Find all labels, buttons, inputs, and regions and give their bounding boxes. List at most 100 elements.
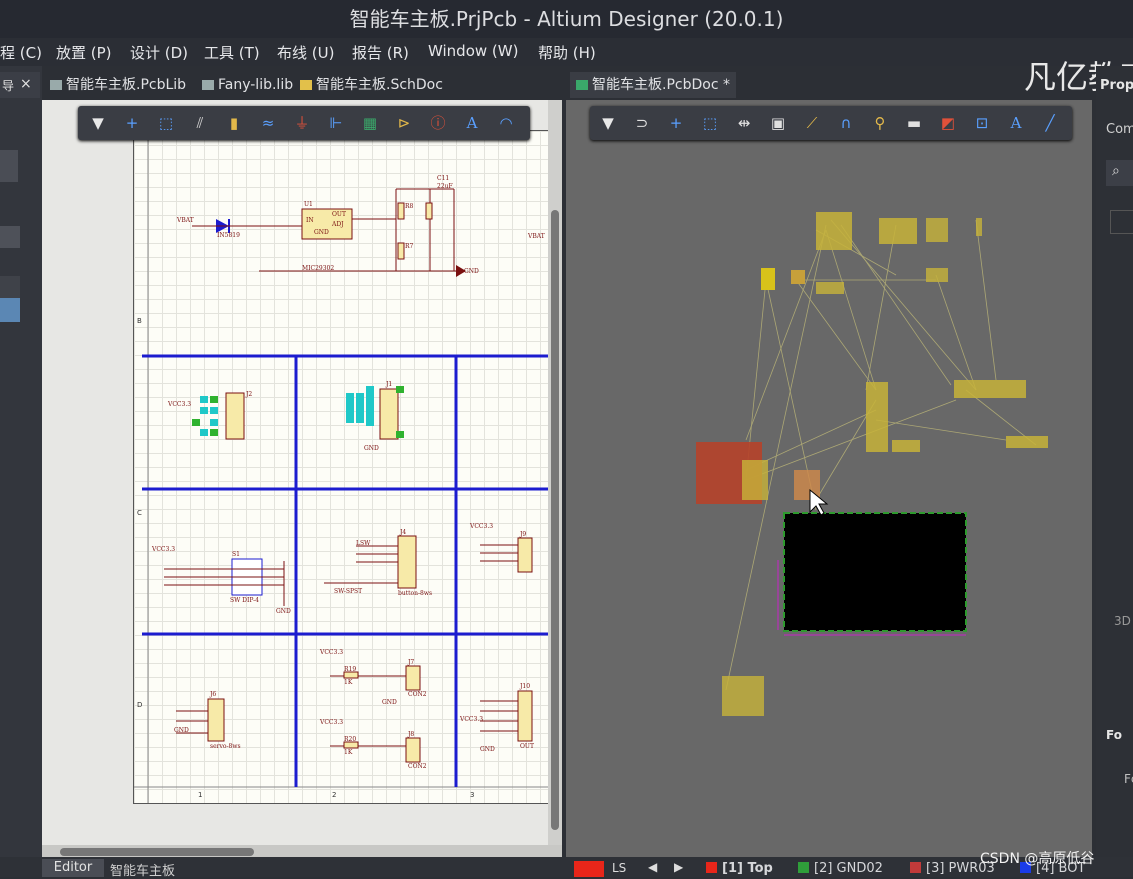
filter-icon[interactable]: ▼ xyxy=(598,113,618,133)
menu-item-design[interactable]: 设计 (D) xyxy=(130,42,188,63)
panel-button[interactable] xyxy=(0,150,18,182)
menu-item-reports[interactable]: 报告 (R) xyxy=(352,42,409,63)
harness-icon[interactable]: ▦ xyxy=(360,113,380,133)
panel-close-icon[interactable]: × xyxy=(20,76,32,92)
component-value: SW-SPST xyxy=(334,588,363,595)
designator: J4 xyxy=(400,529,407,536)
bus-icon[interactable]: ⊩ xyxy=(326,113,346,133)
designator: J7 xyxy=(408,659,415,666)
diff-pair-icon[interactable]: ∩ xyxy=(836,113,856,133)
component-value: SW DIP-4 xyxy=(230,597,259,604)
text-icon[interactable]: A xyxy=(462,113,482,133)
search-box[interactable]: ⌕ xyxy=(1106,160,1133,186)
filter-icon[interactable]: ▼ xyxy=(88,113,108,133)
net-label: GND xyxy=(464,268,479,275)
tab-fany-lib[interactable]: Fany-lib.lib xyxy=(202,72,293,98)
lib-icon xyxy=(202,80,214,90)
text-icon[interactable]: A xyxy=(1006,113,1026,133)
designator: J6 xyxy=(210,691,217,698)
scroll-thumb[interactable] xyxy=(551,210,559,830)
layer-tab-gnd02[interactable]: [2] GND02 xyxy=(798,861,883,876)
line-icon[interactable]: ╱ xyxy=(1040,113,1060,133)
menu-item-window[interactable]: Window (W) xyxy=(428,42,518,60)
designator: J9 xyxy=(520,531,527,538)
polygon-icon[interactable]: ▬ xyxy=(904,113,924,133)
port-icon[interactable]: ⊳ xyxy=(394,113,414,133)
schematic-drawing xyxy=(134,131,552,803)
menu-item-tools[interactable]: 工具 (T) xyxy=(204,42,260,63)
panel-section-header[interactable]: Fo xyxy=(1106,728,1122,742)
schematic-sheet[interactable]: VBAT IN5819 U1 IN OUT ADJ GND MIC29302 C… xyxy=(133,130,553,804)
select-icon[interactable]: ⬚ xyxy=(156,113,176,133)
layer-set-button[interactable]: LS xyxy=(612,861,626,875)
pin-label: OUT xyxy=(332,211,346,218)
arc-icon[interactable]: ◠ xyxy=(496,113,516,133)
layer-next-icon[interactable]: ▶ xyxy=(674,860,683,874)
wire-icon[interactable]: ≈ xyxy=(258,113,278,133)
tab-fany-lib-label: Fany-lib.lib xyxy=(218,77,294,93)
move-icon[interactable]: + xyxy=(122,113,142,133)
component-value: MIC29302 xyxy=(302,265,335,272)
zone-col-label: 2 xyxy=(332,791,337,799)
schematic-vertical-scrollbar[interactable] xyxy=(548,100,562,845)
pin-label: ADJ xyxy=(332,221,344,228)
net-label: GND xyxy=(174,727,189,734)
panel-item[interactable] xyxy=(0,226,20,248)
net-label: VCC3.3 xyxy=(168,401,192,408)
panel-item[interactable] xyxy=(0,276,20,298)
tab-pcbdoc-label: 智能车主板.PcbDoc * xyxy=(592,77,730,93)
move-icon[interactable]: + xyxy=(666,113,686,133)
current-layer-swatch[interactable] xyxy=(574,861,604,877)
designator: R20 xyxy=(344,736,357,743)
place-component-icon[interactable]: ▣ xyxy=(768,113,788,133)
tab-pcblib[interactable]: 智能车主板.PcbLib xyxy=(50,72,186,98)
schematic-active-toolbar: ▼ + ⬚ ⫽ ▮ ≈ ⏚ ⊩ ▦ ⊳ ⓘ A ◠ xyxy=(78,106,530,140)
designator: R8 xyxy=(405,203,414,210)
zone-col-label: 1 xyxy=(198,791,203,799)
pcb-editor[interactable] xyxy=(566,100,1092,857)
align-icon[interactable]: ⇹ xyxy=(734,113,754,133)
panel-tab[interactable]: 导 × xyxy=(0,72,40,98)
designator: C11 xyxy=(437,175,450,182)
net-label: VCC3.3 xyxy=(460,716,484,723)
place-part-icon[interactable]: ▮ xyxy=(224,113,244,133)
tab-pcblib-label: 智能车主板.PcbLib xyxy=(66,77,187,93)
net-label: VBAT xyxy=(528,233,545,240)
zone-row-label: D xyxy=(137,701,143,709)
pin-label: IN xyxy=(306,217,314,224)
window-title: 智能车主板.PrjPcb - Altium Designer (20.0.1) xyxy=(0,0,1133,38)
menu-item-project[interactable]: 程 (C) xyxy=(0,42,42,63)
menu-item-route[interactable]: 布线 (U) xyxy=(277,42,334,63)
net-label: GND xyxy=(364,445,379,452)
layer-prev-icon[interactable]: ◀ xyxy=(648,860,657,874)
projects-panel xyxy=(0,66,42,877)
power-port-icon[interactable]: ⏚ xyxy=(292,113,312,133)
csdn-watermark: CSDN @高原低谷 xyxy=(980,851,1095,867)
panel-item-selected[interactable] xyxy=(0,298,20,322)
interactive-route-icon[interactable]: ⊃ xyxy=(632,113,652,133)
pcb-canvas xyxy=(696,212,1048,716)
search-icon: ⌕ xyxy=(1112,163,1120,179)
select-icon[interactable]: ⬚ xyxy=(700,113,720,133)
menu-item-help[interactable]: 帮助 (H) xyxy=(538,42,596,63)
layer-tab-top[interactable]: [1] Top xyxy=(706,861,773,876)
tab-schdoc-label: 智能车主板.SchDoc xyxy=(316,77,443,93)
align-icon[interactable]: ⫽ xyxy=(190,113,210,133)
component-value: 1K xyxy=(344,749,353,756)
layer-label: [2] GND02 xyxy=(814,861,883,876)
directive-icon[interactable]: ⓘ xyxy=(428,113,448,133)
scroll-thumb[interactable] xyxy=(60,848,254,856)
tab-pcbdoc-active[interactable]: 智能车主板.PcbDoc * xyxy=(570,72,736,98)
dimension-icon[interactable]: ⊡ xyxy=(972,113,992,133)
tab-project[interactable]: 智能车主板 xyxy=(110,860,175,879)
zone-col-label: 3 xyxy=(470,791,475,799)
menu-item-place[interactable]: 放置 (P) xyxy=(56,42,112,63)
component-value: OUT xyxy=(520,743,534,750)
net-label: VCC3.3 xyxy=(320,649,344,656)
tab-schdoc[interactable]: 智能车主板.SchDoc xyxy=(300,72,443,98)
via-icon[interactable]: ⚲ xyxy=(870,113,890,133)
panel-field[interactable] xyxy=(1110,210,1133,234)
keepout-icon[interactable]: ◩ xyxy=(938,113,958,133)
route-icon[interactable]: ⟋ xyxy=(802,113,822,133)
tab-editor[interactable]: Editor xyxy=(42,859,104,877)
